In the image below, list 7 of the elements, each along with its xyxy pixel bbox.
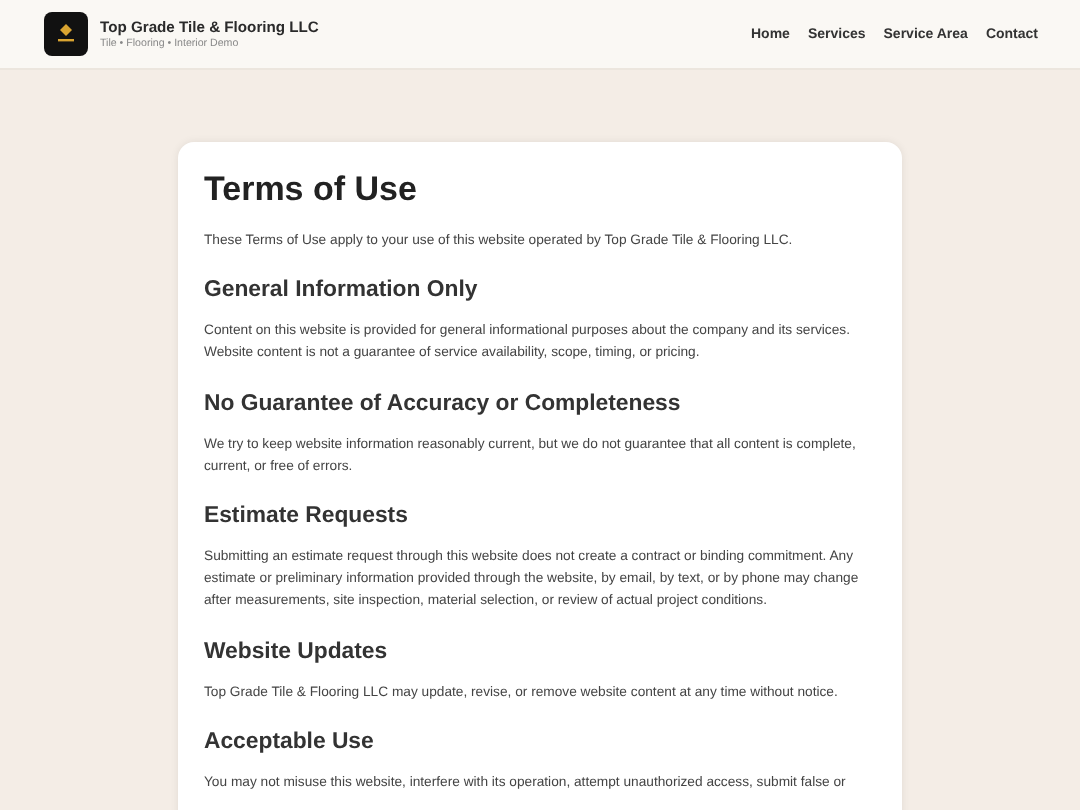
logo-icon[interactable] xyxy=(44,12,88,56)
section-heading: No Guarantee of Accuracy or Completeness xyxy=(204,391,683,416)
section-heading: General Information Only xyxy=(204,278,480,303)
page-title: Terms of Use xyxy=(204,170,419,210)
section-heading: Website Updates xyxy=(204,639,390,664)
section-heading: Acceptable Use xyxy=(204,729,376,754)
section-heading: Estimate Requests xyxy=(204,504,410,529)
